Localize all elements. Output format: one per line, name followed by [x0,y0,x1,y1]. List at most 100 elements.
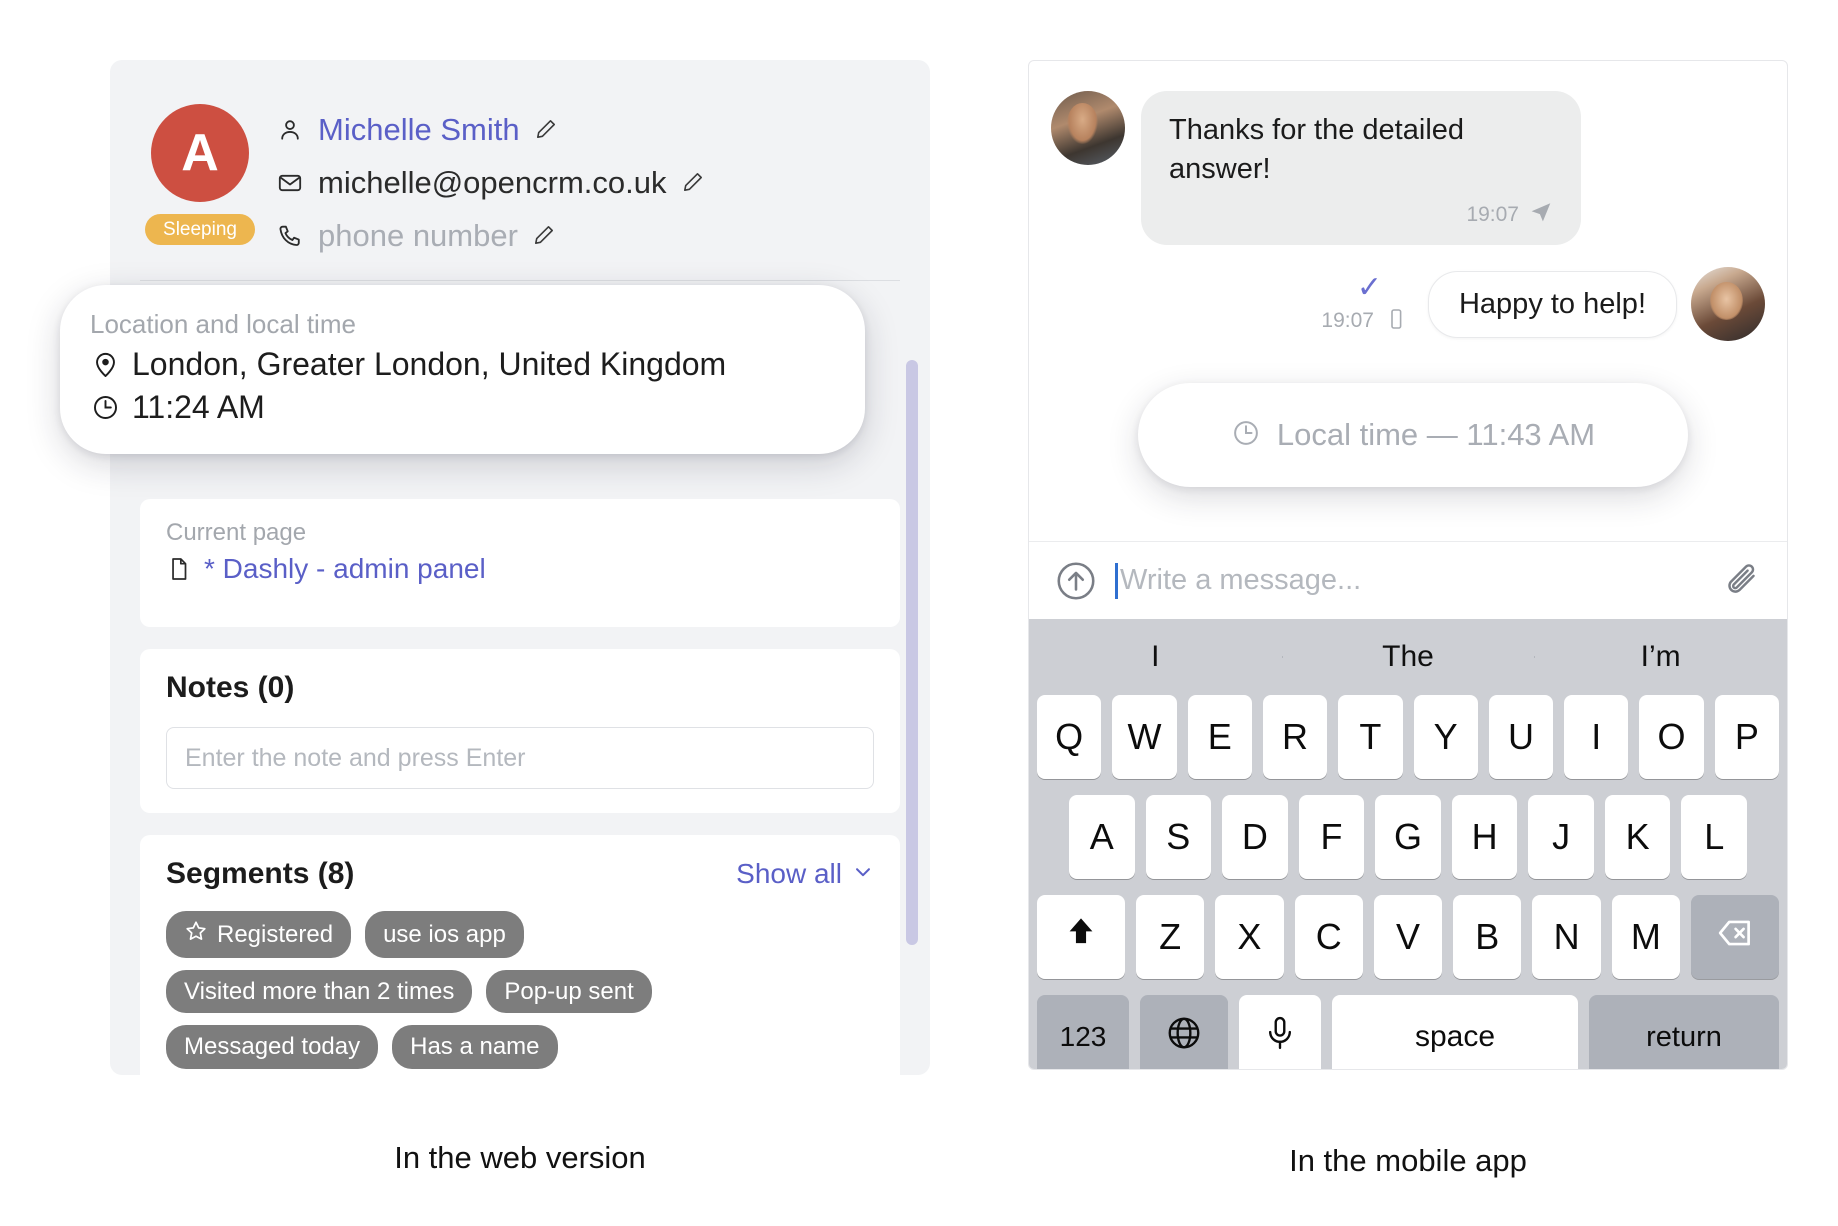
keyboard-row-4: 123 space return [1029,995,1787,1069]
contact-email: michelle@opencrm.co.uk [318,165,667,200]
suggestion-item[interactable]: I [1029,640,1282,674]
segment-chip[interactable]: Registered [166,911,352,958]
key-e[interactable]: E [1187,695,1252,779]
key-x[interactable]: X [1215,895,1284,979]
key-b[interactable]: B [1453,895,1522,979]
segment-chip-label: Pop-up sent [504,977,634,1005]
key-d[interactable]: D [1222,795,1288,879]
chevron-down-icon [852,858,874,890]
mobile-app-panel: Thanks for the detailed answer! 19:07 ✓ … [1028,60,1788,1070]
key-o[interactable]: O [1639,695,1704,779]
key-i[interactable]: I [1564,695,1629,779]
clock-icon [1231,418,1261,453]
segment-chip-label: use ios app [383,920,506,948]
location-time: 11:24 AM [132,389,265,425]
current-page-title[interactable]: * Dashly - admin panel [204,553,486,585]
key-q[interactable]: Q [1037,695,1102,779]
key-y[interactable]: Y [1413,695,1478,779]
contact-header: A Sleeping Michelle Smith michelle@openc… [134,82,906,280]
segment-chip[interactable]: use ios app [365,911,524,958]
key-globe[interactable] [1140,995,1228,1069]
key-v[interactable]: V [1373,895,1443,979]
message-composer [1029,541,1787,619]
caption-web-version: In the web version [394,1140,646,1175]
backspace-icon [1716,914,1754,961]
segment-chip[interactable]: Messaged today [166,1025,379,1069]
key-return[interactable]: return [1589,995,1779,1069]
message-text: Thanks for the detailed answer! [1169,114,1465,185]
segment-chip[interactable]: Has a name [392,1025,558,1069]
key-j[interactable]: J [1528,795,1594,879]
paperclip-icon[interactable] [1721,560,1763,602]
key-c[interactable]: C [1294,895,1363,979]
key-r[interactable]: R [1262,695,1328,779]
message-input[interactable] [1120,564,1705,597]
clock-icon [90,393,120,423]
segment-chip-label: Messaged today [184,1033,361,1061]
user-icon [276,116,304,144]
contact-phone: phone number [318,218,518,253]
contact-phone-row[interactable]: phone number [276,218,707,254]
key-space[interactable]: space [1332,995,1578,1069]
note-input[interactable] [166,727,874,789]
key-n[interactable]: N [1532,895,1601,979]
key-f[interactable]: F [1298,795,1365,879]
local-time-tooltip: Local time — 11:43 AM [1138,383,1688,487]
panel-scrollbar[interactable] [906,360,918,945]
key-backspace[interactable] [1690,895,1779,979]
message-input-wrap[interactable] [1115,562,1705,599]
status-badge: Sleeping [145,214,255,245]
key-numbers[interactable]: 123 [1037,995,1129,1069]
key-z[interactable]: Z [1136,895,1205,979]
segment-chip[interactable]: Visited more than 2 times [166,969,473,1014]
key-microphone[interactable] [1239,995,1321,1069]
edit-name-pencil-icon[interactable] [534,117,560,143]
edit-email-pencil-icon[interactable] [681,170,707,196]
key-k[interactable]: K [1604,795,1671,879]
key-h[interactable]: H [1451,795,1518,879]
segment-chip[interactable]: Pop-up sent [486,969,652,1014]
key-a[interactable]: A [1068,795,1135,879]
avatar [1051,91,1125,165]
current-page-card: Current page * Dashly - admin panel [140,499,900,627]
caption-mobile-app: In the mobile app [1289,1143,1527,1178]
mail-icon [276,169,304,197]
upload-arrow-icon[interactable] [1053,558,1099,604]
key-s[interactable]: S [1145,795,1212,879]
phone-icon [1384,307,1408,336]
key-u[interactable]: U [1488,695,1554,779]
show-all-label: Show all [736,858,842,889]
web-version-panel: A Sleeping Michelle Smith michelle@openc… [110,60,930,1075]
segment-chip-label: Visited more than 2 times [184,977,455,1005]
message-bubble[interactable]: Thanks for the detailed answer! 19:07 [1141,91,1581,246]
suggestion-item[interactable]: The [1281,640,1535,674]
contact-email-row[interactable]: michelle@opencrm.co.uk [276,165,707,201]
virtual-keyboard: I The I’m Q W E R T Y U I O P A S D F G … [1029,619,1787,1069]
key-w[interactable]: W [1112,695,1177,779]
star-icon [184,919,208,950]
keyboard-row-2: A S D F G H J K L [1029,795,1787,879]
key-p[interactable]: P [1714,695,1779,779]
chat-message-incoming: Thanks for the detailed answer! 19:07 [1051,91,1765,246]
contact-name: Michelle Smith [318,112,520,147]
segment-chip-list: Registered use ios app Visited more than… [166,911,766,1069]
notes-card: Notes (0) [140,649,900,813]
key-shift[interactable] [1037,895,1126,979]
edit-phone-pencil-icon[interactable] [532,223,558,249]
show-all-segments-button[interactable]: Show all [736,858,874,890]
screenshot-root: A Sleeping Michelle Smith michelle@openc… [0,0,1838,1226]
message-meta: ✓ 19:07 [1321,272,1408,336]
contact-name-row[interactable]: Michelle Smith [276,112,707,148]
segments-title: Segments (8) [166,857,355,890]
suggestion-item[interactable]: I’m [1534,640,1787,674]
message-time: 19:07 [1321,309,1374,333]
notes-title: Notes (0) [166,671,295,704]
location-tooltip: Location and local time London, Greater … [60,285,865,454]
key-g[interactable]: G [1375,795,1441,879]
key-l[interactable]: L [1681,795,1748,879]
key-m[interactable]: M [1611,895,1680,979]
message-bubble[interactable]: Happy to help! [1427,270,1677,338]
current-page-row[interactable]: * Dashly - admin panel [166,553,874,585]
location-time-row: 11:24 AM [90,389,835,426]
key-t[interactable]: T [1338,695,1403,779]
